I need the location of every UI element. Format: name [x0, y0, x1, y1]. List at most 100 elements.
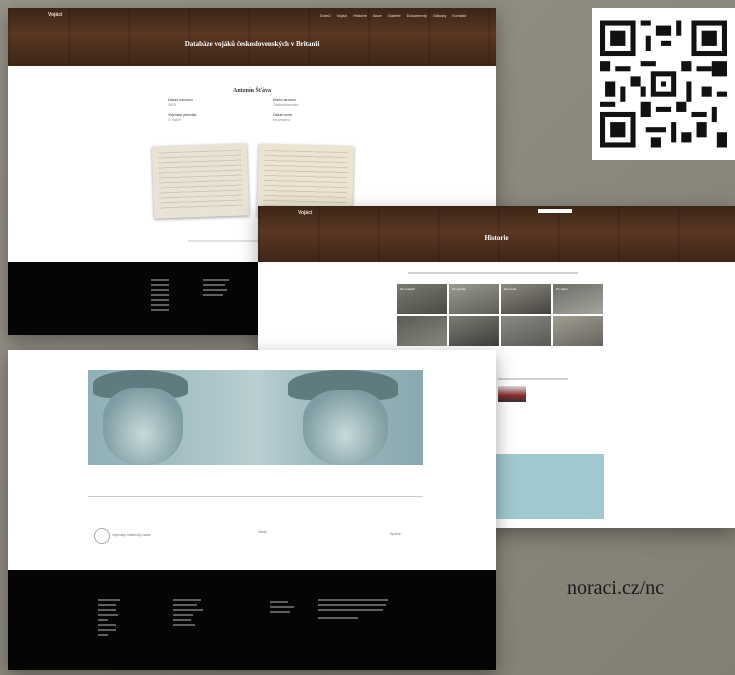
gallery-thumb[interactable] — [501, 316, 551, 346]
site-logo[interactable]: Vojáci — [48, 12, 62, 18]
site-logo[interactable]: Vojáci — [298, 210, 312, 216]
gallery-thumb-label: Na frontě — [504, 287, 517, 291]
gallery-thumb-label: Na cestách — [400, 287, 416, 291]
footer-text-line — [318, 599, 388, 601]
footer-links — [151, 276, 169, 314]
footer-text-line — [270, 601, 288, 603]
footer-contact — [173, 596, 203, 629]
footer-logo — [270, 598, 294, 616]
gallery-thumb[interactable] — [553, 316, 603, 346]
footer-link[interactable] — [151, 304, 169, 306]
gallery-thumb[interactable]: Na frontě — [501, 284, 551, 314]
footer-link[interactable] — [151, 279, 169, 281]
intro-text-line — [408, 272, 578, 274]
record-field: Datum narození 1915 — [168, 98, 193, 107]
menu-item[interactable]: Galerie — [388, 13, 401, 18]
footer-text-line — [203, 279, 229, 281]
field-label: Místo narození — [273, 98, 297, 102]
gallery-thumb[interactable]: Na cestách — [397, 284, 447, 314]
menu-item[interactable]: Kontakt — [452, 13, 466, 18]
menu-item[interactable]: Historie — [353, 13, 367, 18]
search-input[interactable] — [538, 209, 572, 213]
footer-text-line — [173, 599, 201, 601]
footer-description — [318, 596, 388, 622]
footer-link[interactable] — [151, 289, 169, 291]
top-nav: Vojáci — [258, 206, 735, 220]
footer-text-line — [173, 619, 191, 621]
menu-item[interactable]: Akce — [373, 13, 382, 18]
field-value: 1915 — [168, 103, 176, 107]
header-banner: Vojáci Domů Vojáci Historie Akce Galerie… — [8, 8, 496, 66]
footer-link[interactable] — [98, 619, 108, 621]
field-label: Vojenská jednotka — [168, 113, 197, 117]
face — [303, 390, 388, 465]
divider — [88, 496, 423, 497]
gallery-thumb[interactable] — [397, 316, 447, 346]
record-field: Místo narození Československo — [273, 98, 298, 107]
gallery-thumb-label: Po válce — [556, 287, 568, 291]
footer-link[interactable] — [151, 294, 169, 296]
main-menu: Domů Vojáci Historie Akce Galerie Dokume… — [320, 13, 466, 18]
gallery-thumb[interactable] — [449, 316, 499, 346]
footer-link[interactable] — [151, 299, 169, 301]
footer-link[interactable] — [98, 624, 116, 626]
footer-text-line — [270, 606, 294, 608]
header-banner: Vojáci Historie — [258, 206, 735, 262]
footer-text-line — [203, 294, 223, 296]
footer-text-line — [318, 609, 383, 611]
face — [103, 388, 183, 465]
hero-portrait — [88, 370, 423, 465]
footer-links — [98, 596, 120, 639]
footer-link[interactable] — [98, 599, 120, 601]
gallery-grid: Na cestách Ve výcviku Na frontě Po válce — [397, 284, 607, 346]
footer-link[interactable] — [98, 609, 116, 611]
footer-contact — [203, 276, 229, 299]
gallery-thumb[interactable]: Po válce — [553, 284, 603, 314]
gallery-thumb-label: Ve výcviku — [452, 287, 467, 291]
gallery-thumb[interactable]: Ve výcviku — [449, 284, 499, 314]
footer-link[interactable] — [98, 604, 116, 606]
partner-logo-icon[interactable] — [94, 528, 110, 544]
field-value: 1. divize — [168, 118, 181, 122]
field-label: Datum narození — [168, 98, 193, 102]
qr-code-icon — [600, 20, 727, 148]
footer — [8, 570, 496, 670]
partner-name: Vojenský historický ústav — [112, 533, 151, 537]
footer-link[interactable] — [98, 614, 118, 616]
footer-text-line — [318, 604, 386, 606]
footer-link[interactable] — [98, 629, 116, 631]
footer-link[interactable] — [151, 309, 169, 311]
small-photo[interactable] — [498, 386, 526, 402]
field-label: Datum úmrtí — [273, 113, 293, 117]
footer-link[interactable] — [98, 634, 108, 636]
caption-line — [498, 378, 568, 380]
field-value: Československo — [273, 103, 299, 107]
footer-text-line — [173, 604, 197, 606]
footer-text-line — [203, 289, 227, 291]
record-field: Datum úmrtí neuvedeno — [273, 113, 292, 122]
footer-text-line — [173, 624, 195, 626]
banner-title: Databáze vojáků československých v Brita… — [184, 40, 320, 48]
menu-item[interactable]: Odkazy — [433, 13, 447, 18]
footer-text-line — [270, 611, 290, 613]
top-nav: Vojáci Domů Vojáci Historie Akce Galerie… — [8, 8, 496, 22]
screenshot-homepage: Vojenský historický ústav Ústav Spolek — [8, 350, 496, 670]
banner-title: Historie — [484, 234, 509, 242]
url-caption: noraci.cz/nc — [567, 577, 665, 599]
partner-name: Spolek — [390, 532, 401, 536]
footer-text-line — [173, 609, 203, 611]
document-preview[interactable] — [496, 454, 604, 519]
menu-item[interactable]: Domů — [320, 13, 331, 18]
field-value: neuvedeno — [273, 118, 291, 122]
record-title: Antonín Šťáva — [233, 88, 271, 94]
menu-item[interactable]: Dokumenty — [407, 13, 427, 18]
menu-item[interactable]: Vojáci — [337, 13, 348, 18]
footer-text-line — [173, 614, 193, 616]
footer-link[interactable] — [151, 284, 169, 286]
footer-text-line — [318, 617, 358, 619]
footer-text-line — [203, 284, 225, 286]
qr-code — [592, 8, 735, 160]
document-scan[interactable] — [151, 143, 250, 219]
partner-name: Ústav — [258, 530, 267, 534]
record-field: Vojenská jednotka 1. divize — [168, 113, 196, 122]
